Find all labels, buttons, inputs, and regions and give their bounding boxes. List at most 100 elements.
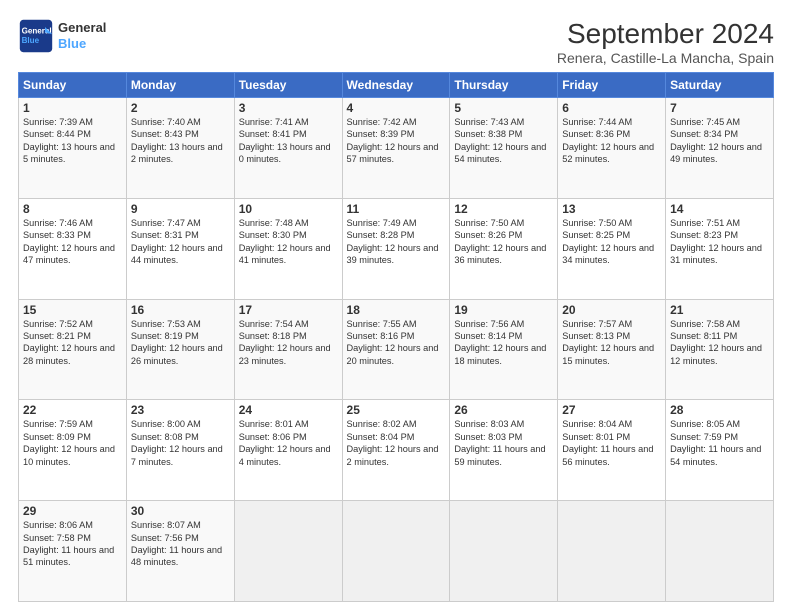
col-friday: Friday [558,73,666,98]
table-row: 29 Sunrise: 8:06 AMSunset: 7:58 PMDayligh… [19,501,127,602]
day-number: 26 [454,403,553,417]
page: General Blue General Blue September 2024… [0,0,792,612]
cell-text: Sunrise: 8:04 AMSunset: 8:01 PMDaylight:… [562,419,653,466]
day-number: 12 [454,202,553,216]
cell-text: Sunrise: 8:07 AMSunset: 7:56 PMDaylight:… [131,520,222,567]
table-row: 6 Sunrise: 7:44 AMSunset: 8:36 PMDaylight… [558,98,666,199]
table-row: 25 Sunrise: 8:02 AMSunset: 8:04 PMDayligh… [342,400,450,501]
table-row: 20 Sunrise: 7:57 AMSunset: 8:13 PMDayligh… [558,299,666,400]
cell-text: Sunrise: 7:54 AMSunset: 8:18 PMDaylight:… [239,319,331,366]
cell-text: Sunrise: 7:50 AMSunset: 8:25 PMDaylight:… [562,218,654,265]
day-number: 21 [670,303,769,317]
cell-text: Sunrise: 8:02 AMSunset: 8:04 PMDaylight:… [347,419,439,466]
day-number: 28 [670,403,769,417]
calendar-table: Sunday Monday Tuesday Wednesday Thursday… [18,72,774,602]
table-row: 22 Sunrise: 7:59 AMSunset: 8:09 PMDayligh… [19,400,127,501]
day-number: 25 [347,403,446,417]
day-number: 1 [23,101,122,115]
svg-text:Blue: Blue [22,36,40,45]
table-row [450,501,558,602]
header: General Blue General Blue September 2024… [18,18,774,66]
day-number: 2 [131,101,230,115]
table-row [234,501,342,602]
table-row: 16Sunrise: 7:53 AMSunset: 8:19 PMDayligh… [126,299,234,400]
day-number: 10 [239,202,338,216]
calendar-row: 22 Sunrise: 7:59 AMSunset: 8:09 PMDayligh… [19,400,774,501]
table-row: 28 Sunrise: 8:05 AMSunset: 7:59 PMDayligh… [666,400,774,501]
location-subtitle: Renera, Castille-La Mancha, Spain [557,50,774,66]
col-saturday: Saturday [666,73,774,98]
table-row: 17 Sunrise: 7:54 AMSunset: 8:18 PMDayligh… [234,299,342,400]
month-title: September 2024 [557,18,774,50]
table-row: 24Sunrise: 8:01 AMSunset: 8:06 PMDayligh… [234,400,342,501]
cell-text: Sunrise: 8:03 AMSunset: 8:03 PMDaylight:… [454,419,545,466]
cell-text: Sunrise: 7:40 AMSunset: 8:43 PMDaylight:… [131,117,223,164]
cell-text: Sunrise: 7:59 AMSunset: 8:09 PMDaylight:… [23,419,115,466]
calendar-header-row: Sunday Monday Tuesday Wednesday Thursday… [19,73,774,98]
day-number: 29 [23,504,122,518]
logo-text-line2: Blue [58,36,106,52]
cell-text: Sunrise: 8:05 AMSunset: 7:59 PMDaylight:… [670,419,761,466]
cell-text: Sunrise: 7:49 AMSunset: 8:28 PMDaylight:… [347,218,439,265]
col-thursday: Thursday [450,73,558,98]
day-number: 22 [23,403,122,417]
day-number: 27 [562,403,661,417]
cell-text: Sunrise: 7:39 AMSunset: 8:44 PMDaylight:… [23,117,115,164]
cell-text: Sunrise: 7:55 AMSunset: 8:16 PMDaylight:… [347,319,439,366]
day-number: 7 [670,101,769,115]
table-row: 21 Sunrise: 7:58 AMSunset: 8:11 PMDayligh… [666,299,774,400]
cell-text: Sunrise: 7:45 AMSunset: 8:34 PMDaylight:… [670,117,762,164]
day-number: 8 [23,202,122,216]
col-wednesday: Wednesday [342,73,450,98]
calendar-row: 29 Sunrise: 8:06 AMSunset: 7:58 PMDayligh… [19,501,774,602]
cell-text: Sunrise: 7:44 AMSunset: 8:36 PMDaylight:… [562,117,654,164]
logo: General Blue General Blue [18,18,106,54]
day-number: 23 [131,403,230,417]
cell-text: Sunrise: 7:43 AMSunset: 8:38 PMDaylight:… [454,117,546,164]
cell-text: Sunrise: 8:06 AMSunset: 7:58 PMDaylight:… [23,520,114,567]
day-number: 11 [347,202,446,216]
day-number: 20 [562,303,661,317]
calendar-row: 15Sunrise: 7:52 AMSunset: 8:21 PMDayligh… [19,299,774,400]
table-row: 12Sunrise: 7:50 AMSunset: 8:26 PMDayligh… [450,198,558,299]
table-row: 4Sunrise: 7:42 AMSunset: 8:39 PMDaylight… [342,98,450,199]
day-number: 14 [670,202,769,216]
cell-text: Sunrise: 7:47 AMSunset: 8:31 PMDaylight:… [131,218,223,265]
table-row: 15Sunrise: 7:52 AMSunset: 8:21 PMDayligh… [19,299,127,400]
table-row: 5Sunrise: 7:43 AMSunset: 8:38 PMDaylight… [450,98,558,199]
day-number: 30 [131,504,230,518]
table-row [342,501,450,602]
table-row: 19Sunrise: 7:56 AMSunset: 8:14 PMDayligh… [450,299,558,400]
day-number: 3 [239,101,338,115]
table-row: 3 Sunrise: 7:41 AMSunset: 8:41 PMDaylight… [234,98,342,199]
cell-text: Sunrise: 7:41 AMSunset: 8:41 PMDaylight:… [239,117,331,164]
day-number: 4 [347,101,446,115]
table-row: 9 Sunrise: 7:47 AMSunset: 8:31 PMDaylight… [126,198,234,299]
table-row: 11 Sunrise: 7:49 AMSunset: 8:28 PMDayligh… [342,198,450,299]
cell-text: Sunrise: 7:52 AMSunset: 8:21 PMDaylight:… [23,319,115,366]
cell-text: Sunrise: 7:51 AMSunset: 8:23 PMDaylight:… [670,218,762,265]
col-sunday: Sunday [19,73,127,98]
table-row: 23Sunrise: 8:00 AMSunset: 8:08 PMDayligh… [126,400,234,501]
table-row [558,501,666,602]
table-row: 7 Sunrise: 7:45 AMSunset: 8:34 PMDaylight… [666,98,774,199]
calendar-row: 1 Sunrise: 7:39 AMSunset: 8:44 PMDaylight… [19,98,774,199]
table-row: 30 Sunrise: 8:07 AMSunset: 7:56 PMDayligh… [126,501,234,602]
col-tuesday: Tuesday [234,73,342,98]
table-row: 2 Sunrise: 7:40 AMSunset: 8:43 PMDaylight… [126,98,234,199]
cell-text: Sunrise: 7:57 AMSunset: 8:13 PMDaylight:… [562,319,654,366]
table-row: 10 Sunrise: 7:48 AMSunset: 8:30 PMDayligh… [234,198,342,299]
day-number: 6 [562,101,661,115]
table-row: 8Sunrise: 7:46 AMSunset: 8:33 PMDaylight… [19,198,127,299]
day-number: 19 [454,303,553,317]
day-number: 17 [239,303,338,317]
table-row: 13Sunrise: 7:50 AMSunset: 8:25 PMDayligh… [558,198,666,299]
day-number: 9 [131,202,230,216]
title-block: September 2024 Renera, Castille-La Manch… [557,18,774,66]
cell-text: Sunrise: 7:48 AMSunset: 8:30 PMDaylight:… [239,218,331,265]
table-row: 18 Sunrise: 7:55 AMSunset: 8:16 PMDayligh… [342,299,450,400]
table-row: 26 Sunrise: 8:03 AMSunset: 8:03 PMDayligh… [450,400,558,501]
day-number: 18 [347,303,446,317]
cell-text: Sunrise: 7:58 AMSunset: 8:11 PMDaylight:… [670,319,762,366]
calendar-row: 8Sunrise: 7:46 AMSunset: 8:33 PMDaylight… [19,198,774,299]
